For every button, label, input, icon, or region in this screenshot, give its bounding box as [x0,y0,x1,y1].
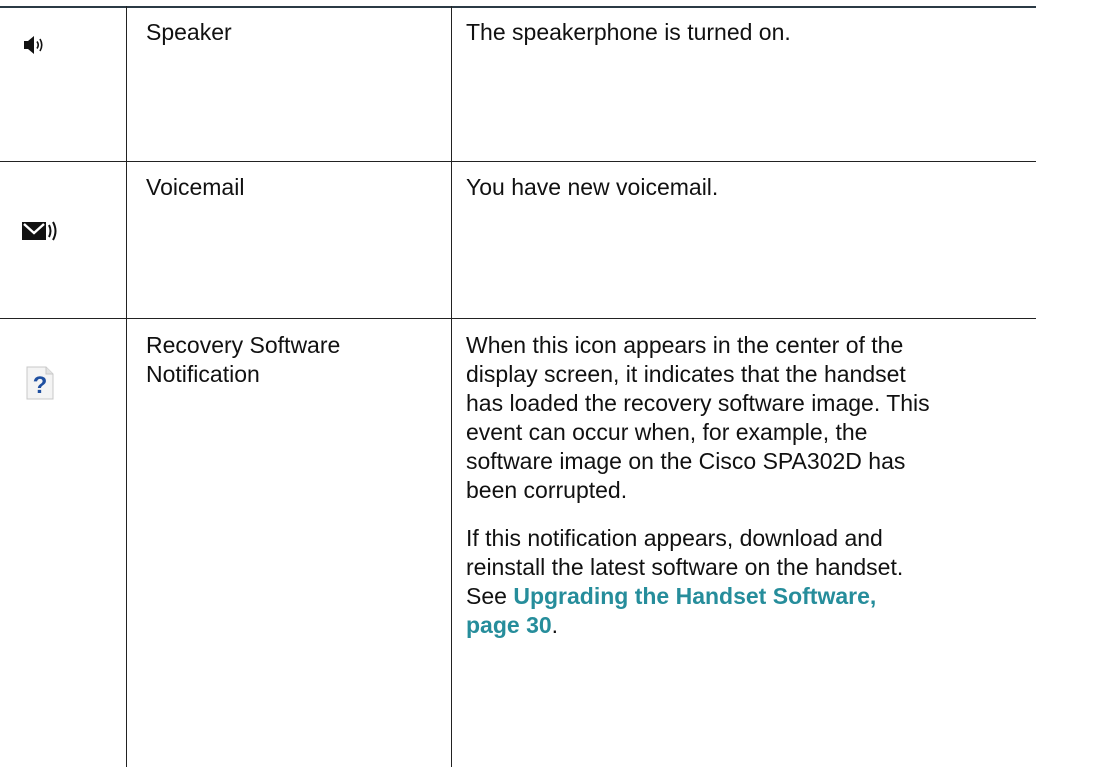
description-line: event can occur when, for example, the [466,419,868,445]
icon-name: Voicemail [146,174,245,200]
description-line: page 30. [466,611,1026,640]
icon-description-table: Speaker The speakerphone is turned on. V… [0,0,1112,767]
icon-description: When this icon appears in the center of … [452,331,1036,640]
see-prefix: See [466,583,514,609]
table-row: Voicemail You have new voicemail. [0,162,1036,318]
description-line: reinstall the latest software on the han… [466,554,904,580]
description-text: You have new voicemail. [466,174,719,200]
description-line: display screen, it indicates that the ha… [466,361,906,387]
icon-name-line: Recovery Software [146,332,341,358]
upgrading-handset-software-link[interactable]: Upgrading the Handset Software, [513,583,876,609]
description-line: been corrupted. [466,477,628,503]
icon-description: The speakerphone is turned on. [452,18,1036,47]
page-reference-link[interactable]: page 30 [466,612,552,638]
description-paragraph: If this notification appears, download a… [466,524,1026,640]
table-row: Speaker The speakerphone is turned on. [0,6,1036,161]
icon-cell [0,6,126,161]
icon-cell: ? [0,319,126,767]
icon-name-line: Notification [146,361,260,387]
table-row: ? Recovery Software Notification When th… [0,319,1036,767]
icon-cell [0,162,126,318]
description-line: See Upgrading the Handset Software, [466,582,1026,611]
description-paragraph: When this icon appears in the center of … [466,331,1026,505]
icon-description: You have new voicemail. [452,173,1036,202]
voicemail-icon [22,221,57,241]
description-line: software image on the Cisco SPA302D has [466,448,906,474]
link-suffix: . [551,612,559,638]
description-line: has loaded the recovery software image. … [466,390,930,416]
icon-name: Recovery Software Notification [127,331,439,389]
description-line: When this icon appears in the center of … [466,332,904,358]
recovery-question-icon: ? [26,366,54,400]
speaker-icon [24,36,43,54]
icon-name: Speaker [146,19,232,45]
description-line: If this notification appears, download a… [466,525,883,551]
description-text: The speakerphone is turned on. [466,19,791,45]
svg-text:?: ? [33,372,48,399]
